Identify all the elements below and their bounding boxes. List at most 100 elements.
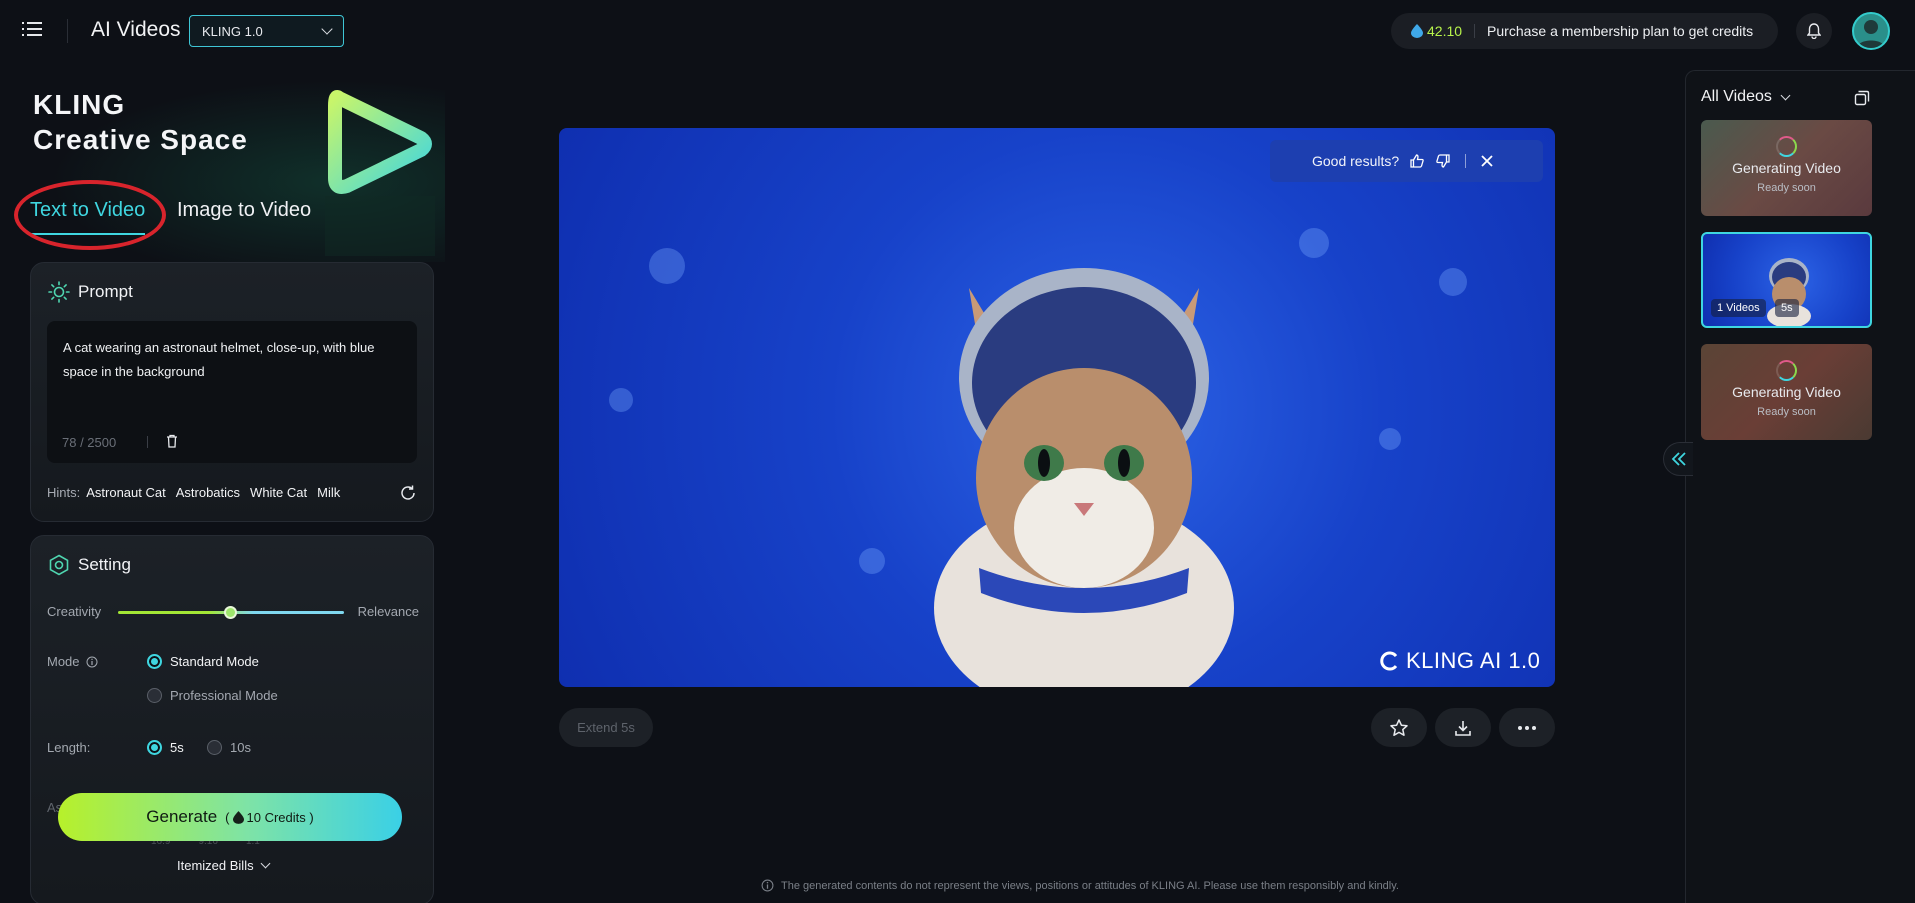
download-button[interactable] [1435, 708, 1491, 747]
astronaut-cat-image [934, 268, 1234, 687]
mode-label-row: Mode [47, 654, 98, 669]
chevron-down-icon [260, 858, 271, 869]
tab-image-to-video[interactable]: Image to Video [177, 199, 311, 222]
refresh-hints-icon[interactable] [399, 484, 417, 502]
prompt-textarea[interactable]: A cat wearing an astronaut helmet, close… [47, 321, 417, 463]
slider-left-label: Creativity [47, 604, 102, 619]
header-divider [67, 19, 68, 43]
duration-badge: 5s [1775, 299, 1799, 317]
generate-button[interactable]: Generate ( 10 Credits ) [58, 793, 402, 841]
sun-icon [48, 281, 70, 303]
generating-status: Generating Video [1732, 384, 1841, 400]
multi-select-icon[interactable] [1854, 90, 1870, 106]
more-options-button[interactable] [1499, 708, 1555, 747]
bokeh [609, 388, 633, 412]
model-select[interactable]: KLING 1.0 [189, 15, 344, 47]
prompt-header: Prompt [48, 281, 133, 303]
extend-5s-button[interactable]: Extend 5s [559, 708, 653, 747]
chevron-down-icon [1780, 90, 1791, 100]
ready-soon-text: Ready soon [1757, 182, 1816, 194]
feedback-bar: Good results? [1270, 140, 1543, 182]
favorite-button[interactable] [1371, 708, 1427, 747]
brand-line-2: Creative Space [33, 124, 248, 155]
all-videos-dropdown[interactable]: All Videos [1701, 88, 1791, 106]
thumbs-up-icon[interactable] [1409, 153, 1425, 169]
close-icon[interactable] [1480, 154, 1494, 168]
prompt-title: Prompt [78, 282, 133, 301]
download-icon [1455, 720, 1471, 736]
length-5s-label: 5s [170, 740, 184, 755]
video-count-badge: 1 Videos [1711, 299, 1766, 317]
brand-line-1: KLING [33, 89, 126, 120]
radio-unselected-icon [207, 740, 222, 755]
info-icon[interactable] [86, 656, 98, 668]
credits-divider [1474, 24, 1476, 38]
slider-thumb[interactable] [224, 606, 237, 619]
notification-bell-icon[interactable] [1796, 13, 1832, 49]
ellipsis-icon [1518, 725, 1536, 730]
credit-drop-icon [1411, 24, 1423, 38]
video-thumbnail-selected[interactable]: 1 Videos 5s [1701, 232, 1872, 328]
length-5s-radio[interactable]: 5s [147, 740, 184, 755]
loading-spinner-icon [1776, 136, 1797, 157]
bokeh [649, 248, 685, 284]
professional-mode-radio[interactable]: Professional Mode [147, 688, 278, 703]
creativity-slider[interactable] [118, 606, 344, 619]
hexagon-settings-icon [49, 554, 69, 576]
disclaimer: The generated contents do not represent … [761, 879, 1399, 892]
creativity-relevance-slider-row: Creativity Relevance [47, 601, 419, 621]
length-10s-radio[interactable]: 10s [207, 740, 251, 755]
app-title: AI Videos [91, 18, 181, 41]
thumbs-down-icon[interactable] [1435, 153, 1451, 169]
standard-mode-radio[interactable]: Standard Mode [147, 654, 259, 669]
credits-pill[interactable]: 42.10 Purchase a membership plan to get … [1391, 13, 1778, 49]
hint-chip[interactable]: Milk [317, 485, 340, 500]
feedback-divider [1465, 154, 1467, 168]
trash-icon[interactable] [164, 433, 180, 449]
generate-credits: ( 10 Credits ) [225, 810, 314, 825]
kling-watermark: KLING AI 1.0 [1378, 648, 1540, 674]
feedback-question: Good results? [1312, 153, 1400, 169]
radio-selected-icon [147, 740, 162, 755]
generate-label: Generate [146, 807, 218, 826]
video-preview[interactable] [559, 128, 1555, 687]
video-thumbnail-generating[interactable]: Generating Video Ready soon [1701, 344, 1872, 440]
credits-cost: 10 Credits ) [246, 809, 314, 825]
hint-chip[interactable]: Astrobatics [176, 485, 240, 500]
radio-unselected-icon [147, 688, 162, 703]
mode-label: Mode [47, 654, 80, 669]
loading-spinner-icon [1776, 360, 1797, 381]
star-icon [1390, 718, 1408, 736]
menu-icon[interactable] [22, 20, 44, 40]
watermark-text: KLING AI 1.0 [1406, 648, 1541, 673]
professional-mode-label: Professional Mode [170, 688, 278, 703]
setting-header: Setting [48, 554, 131, 576]
counter-divider [147, 436, 148, 448]
hint-chip[interactable]: White Cat [250, 485, 307, 500]
collapse-panel-button[interactable] [1663, 442, 1693, 476]
credits-amount: 42.10 [1427, 23, 1463, 39]
length-label: Length: [47, 740, 91, 755]
double-chevron-left-icon [1671, 452, 1686, 466]
kling-play-logo-icon [325, 90, 435, 256]
video-thumbnail-generating[interactable]: Generating Video Ready soon [1701, 120, 1872, 216]
hint-chip[interactable]: Astronaut Cat [86, 485, 166, 500]
setting-card: Setting Creativity Relevance Mode Standa… [30, 535, 434, 903]
hints-row: Hints: Astronaut Cat Astrobatics White C… [47, 485, 340, 500]
all-videos-label: All Videos [1701, 88, 1772, 105]
itemized-bills-toggle[interactable]: Itemized Bills [177, 858, 271, 873]
purchase-membership-link[interactable]: Purchase a membership plan to get credit… [1487, 23, 1753, 39]
model-select-value: KLING 1.0 [202, 23, 263, 39]
generating-status: Generating Video [1732, 160, 1841, 176]
prompt-text[interactable]: A cat wearing an astronaut helmet, close… [63, 336, 403, 384]
credits-open-paren: ( [225, 809, 230, 825]
avatar[interactable] [1852, 12, 1890, 50]
info-icon [761, 879, 774, 892]
bokeh [1299, 228, 1329, 258]
kling-logo-icon [1380, 651, 1398, 671]
length-10s-label: 10s [230, 740, 251, 755]
setting-title: Setting [78, 555, 131, 574]
bokeh [1439, 268, 1467, 296]
radio-selected-icon [147, 654, 162, 669]
disclaimer-text: The generated contents do not represent … [781, 879, 1399, 892]
